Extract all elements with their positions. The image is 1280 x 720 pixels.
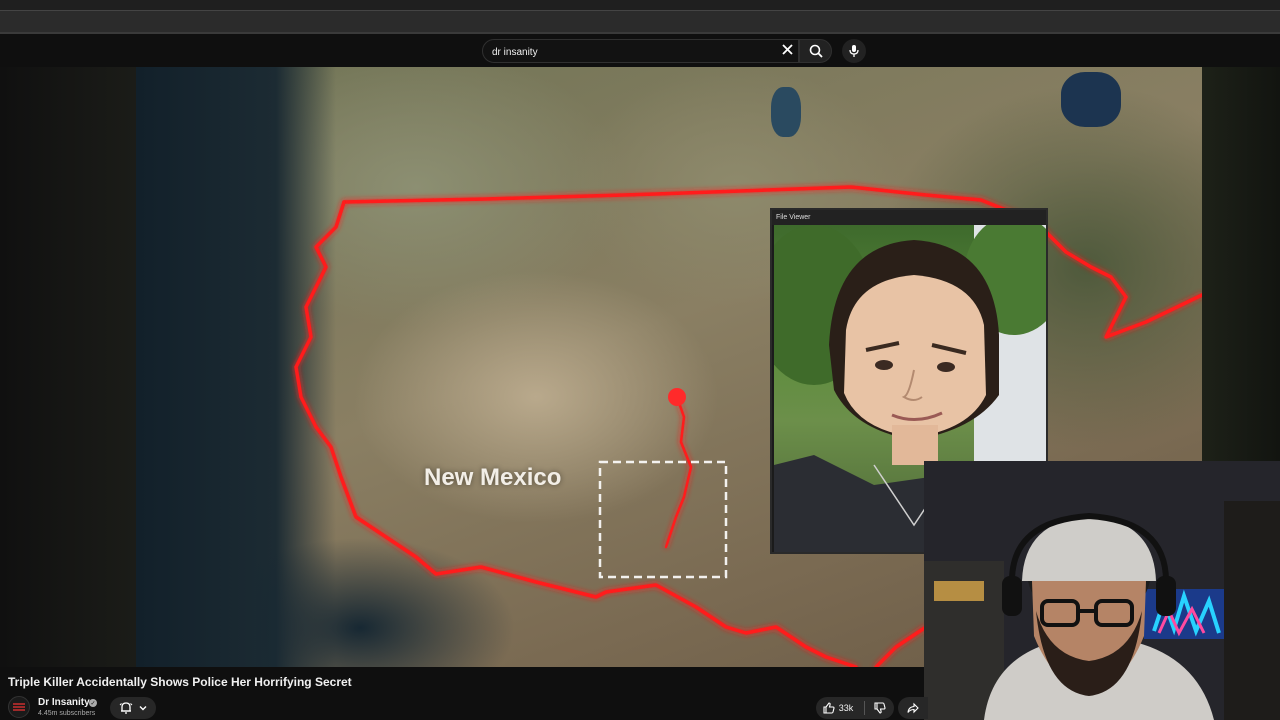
share-icon (907, 702, 919, 714)
browser-tab-strip (0, 10, 1280, 32)
streamer-portrait (924, 461, 1280, 720)
streamer-webcam (924, 461, 1280, 720)
dislike-button[interactable] (868, 697, 892, 719)
video-title: Triple Killer Accidentally Shows Police … (8, 675, 352, 689)
search-box[interactable] (482, 39, 799, 63)
mic-icon (849, 45, 859, 57)
player-letterbox-left (0, 67, 136, 667)
channel-name[interactable]: Dr Insanity (38, 697, 90, 708)
subscribed-notifications-button[interactable] (110, 697, 156, 719)
thumbs-up-icon (823, 702, 835, 714)
player-letterbox-right (1202, 67, 1280, 467)
bell-icon (119, 702, 132, 714)
verified-badge-icon: ✓ (89, 699, 97, 707)
like-count: 33k (838, 703, 854, 713)
browser-toolbar (0, 0, 1280, 34)
close-icon (781, 43, 793, 55)
like-button[interactable]: 33k (816, 697, 860, 719)
clear-search-button[interactable] (777, 39, 797, 59)
search-button[interactable] (799, 39, 832, 63)
like-dislike-group: 33k (816, 697, 894, 719)
thumbs-down-icon (874, 702, 886, 714)
like-divider (864, 701, 865, 715)
route-line (664, 395, 693, 549)
share-button[interactable] (898, 697, 928, 719)
channel-avatar[interactable] (8, 696, 30, 718)
map-label-new-mexico: New Mexico (424, 464, 562, 491)
file-viewer-title: File Viewer (772, 210, 1046, 225)
border-line (874, 625, 928, 667)
masthead (0, 34, 1280, 67)
search-icon (809, 44, 823, 58)
chevron-down-icon (139, 706, 146, 711)
voice-search-button[interactable] (842, 39, 866, 63)
search-input[interactable] (492, 43, 772, 61)
route-start-marker (668, 388, 686, 406)
channel-logo-icon (12, 702, 26, 712)
subscriber-count: 4.45m subscribers (38, 710, 96, 717)
new-mexico-outline (598, 460, 728, 579)
